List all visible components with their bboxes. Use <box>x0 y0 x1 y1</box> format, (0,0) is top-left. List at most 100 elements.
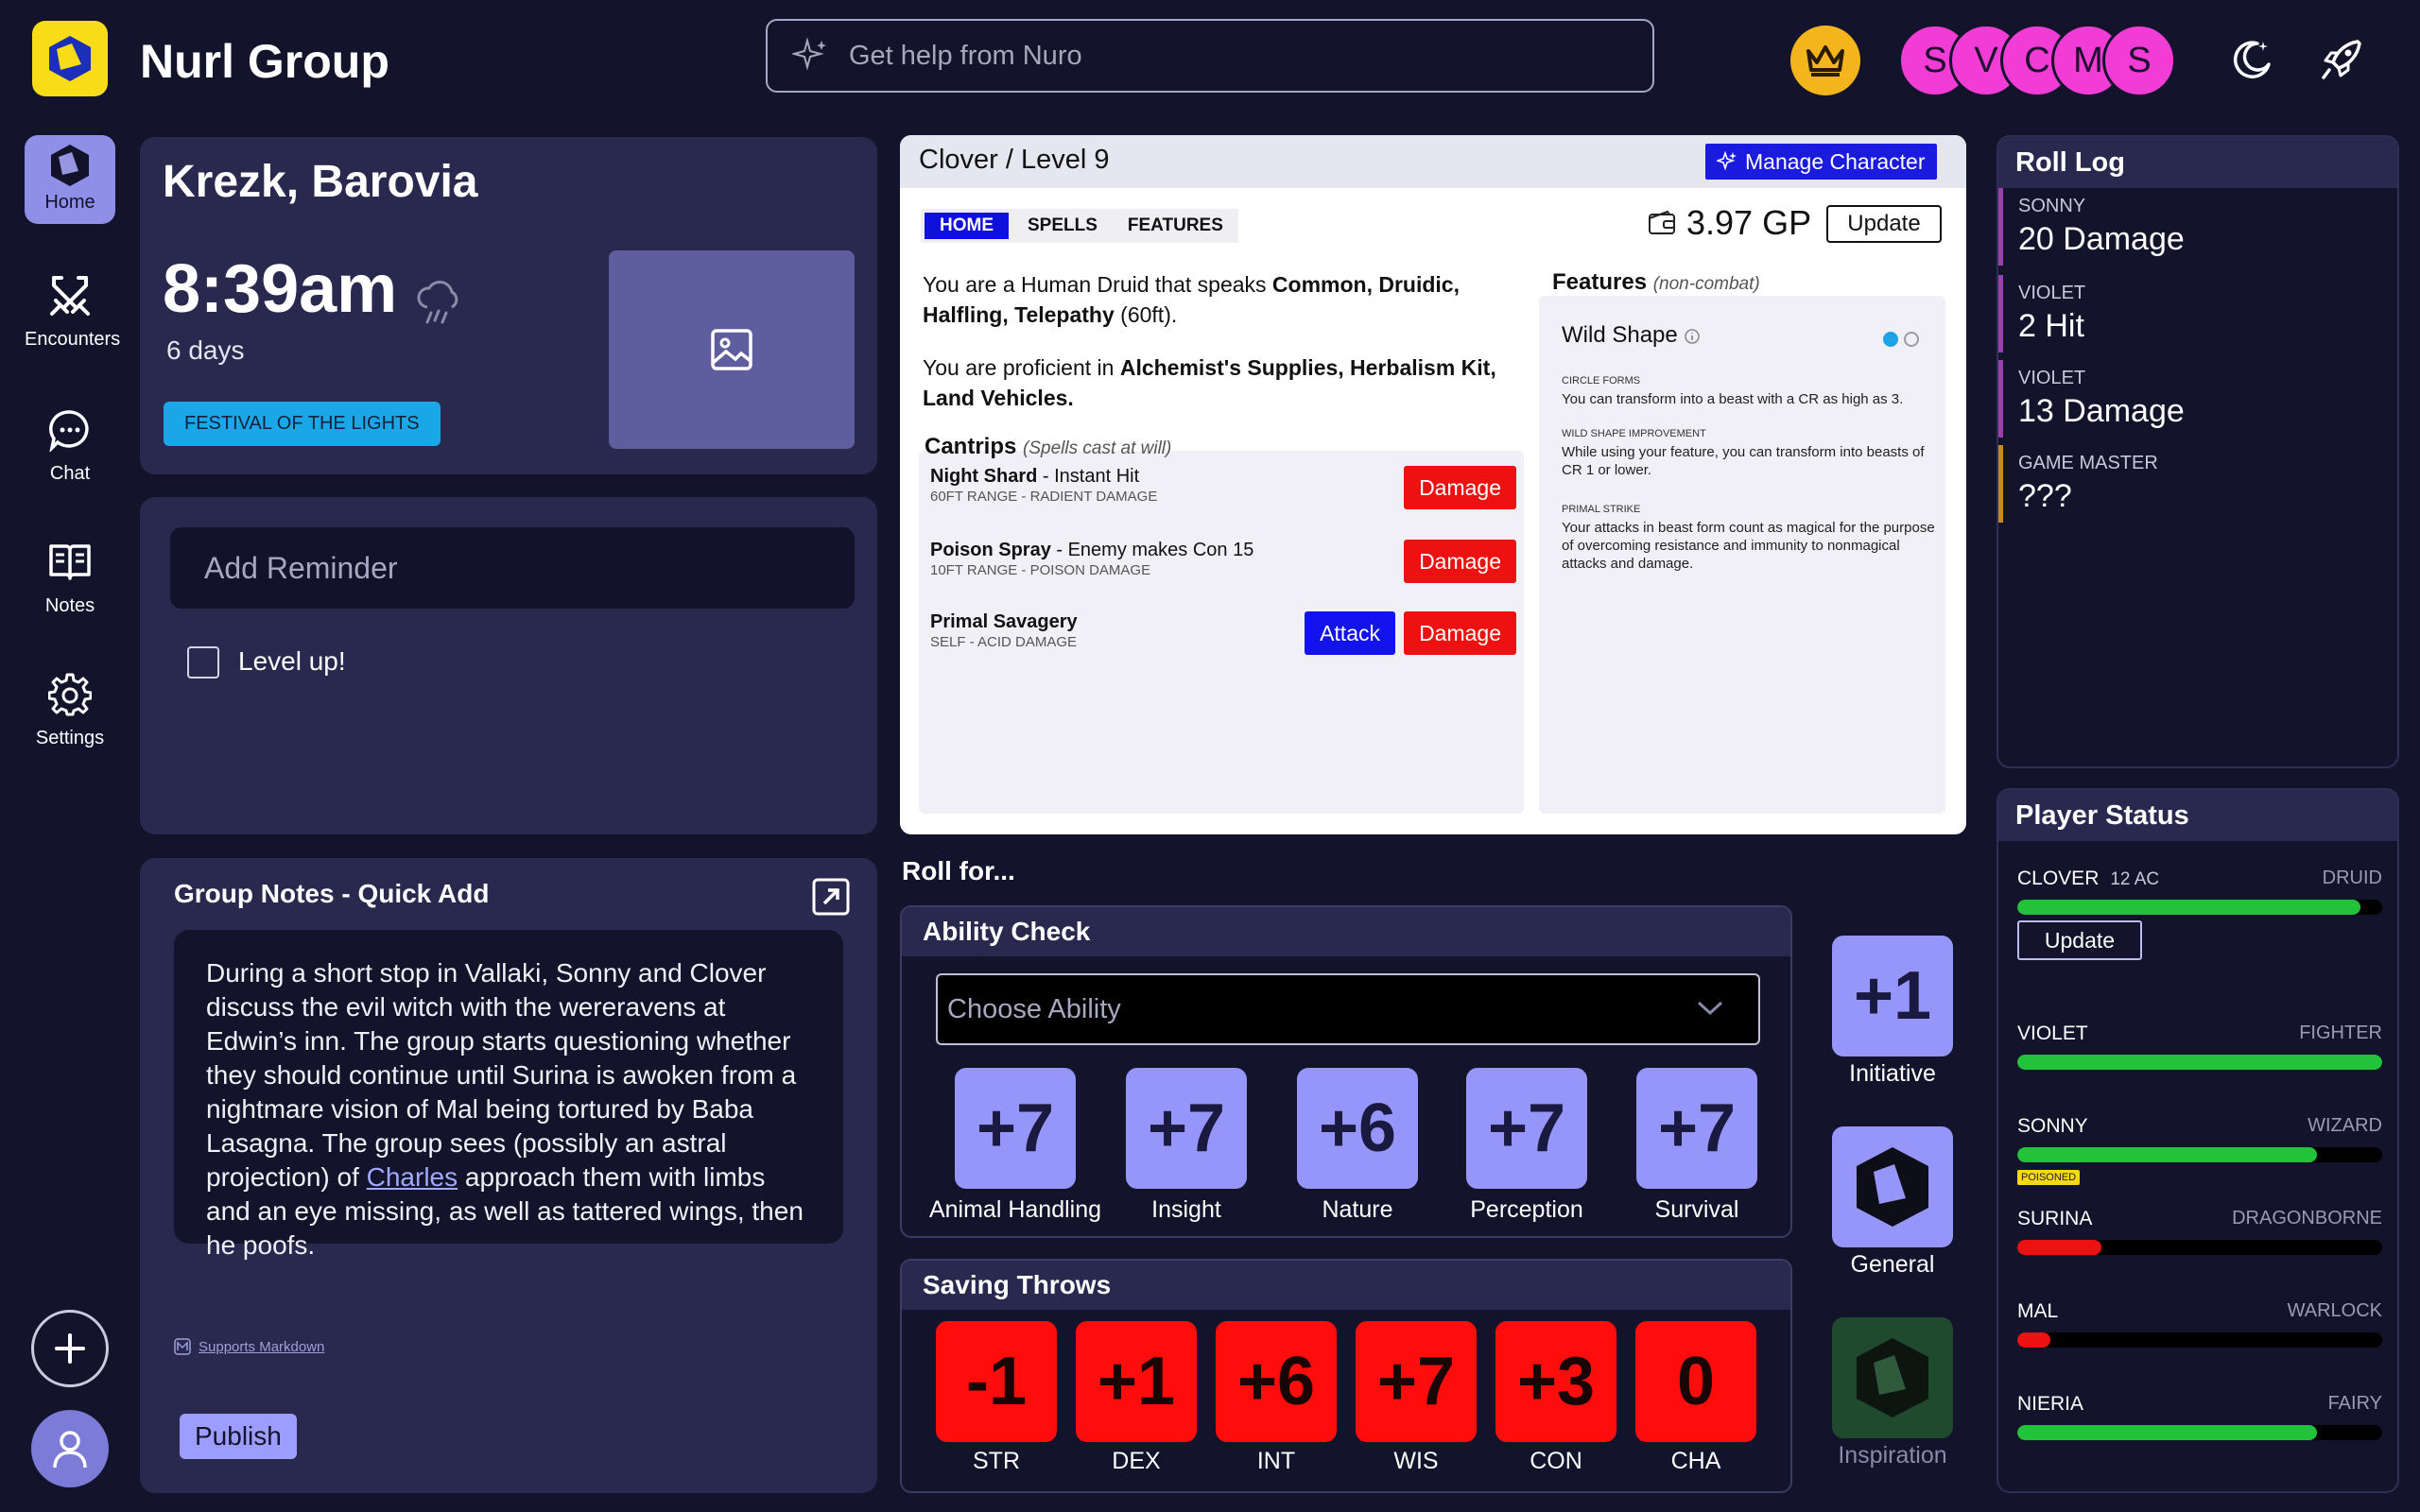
condition-badge: POISONED <box>2017 1170 2081 1185</box>
info-icon[interactable] <box>1684 328 1701 345</box>
attack-button[interactable]: Attack <box>1305 611 1395 655</box>
choose-ability-select[interactable]: Choose Ability <box>936 973 1760 1045</box>
nav-notes[interactable]: Notes <box>25 529 115 617</box>
saving-throws-panel: Saving Throws -1 STR +1 DEX +6 INT +7 WI… <box>900 1259 1792 1493</box>
location-panel: Krezk, Barovia 8:39am 6 days FESTIVAL OF… <box>140 137 877 474</box>
character-title: Clover / Level 9 <box>919 145 1110 175</box>
notes-title: Group Notes - Quick Add <box>174 879 490 908</box>
general-roll-button[interactable] <box>1832 1126 1953 1247</box>
section-text: Your attacks in beast form count as magi… <box>1562 520 1935 572</box>
hp-fill <box>2017 1055 2382 1070</box>
damage-button[interactable]: Damage <box>1404 466 1516 509</box>
nav-home[interactable]: Home <box>25 135 115 224</box>
expand-external-icon[interactable] <box>811 877 851 917</box>
moon-icon <box>2233 41 2271 78</box>
nav-settings[interactable]: Settings <box>25 662 115 749</box>
section-title: WILD SHAPE IMPROVEMENT <box>1562 428 1706 439</box>
tab-features[interactable]: FEATURES <box>1113 209 1238 243</box>
update-status-button[interactable]: Update <box>2017 920 2142 960</box>
carousel-dots <box>1883 332 1919 347</box>
initiative-label: Initiative <box>1849 1060 1936 1087</box>
spell-name: Night Shard <box>930 466 1038 487</box>
ability-label: Perception <box>1470 1196 1583 1223</box>
save-roll-button[interactable]: -1 <box>936 1321 1057 1442</box>
update-gold-button[interactable]: Update <box>1826 205 1942 243</box>
player-name: SURINA <box>2017 1208 2092 1230</box>
event-badge[interactable]: FESTIVAL OF THE LIGHTS <box>164 402 441 446</box>
save-roll-button[interactable]: +1 <box>1076 1321 1197 1442</box>
save-roll-button[interactable]: +7 <box>1356 1321 1477 1442</box>
roller-name: SONNY <box>2018 196 2086 216</box>
ability-roll-button[interactable]: +7 <box>955 1068 1076 1189</box>
tab-home[interactable]: HOME <box>925 213 1009 239</box>
nav-label: Encounters <box>25 329 121 350</box>
ability-label: Insight <box>1151 1196 1221 1223</box>
nav-encounters[interactable]: Encounters <box>25 263 121 351</box>
carousel-dot[interactable] <box>1904 332 1919 347</box>
damage-button[interactable]: Damage <box>1404 540 1516 583</box>
add-button[interactable] <box>31 1310 109 1387</box>
cantrip-name: Poison Spray - Enemy makes Con 15 <box>930 540 1253 561</box>
cantrip-row: Poison Spray - Enemy makes Con 15 10FT R… <box>930 540 1516 596</box>
avatar[interactable]: S <box>2102 24 2176 97</box>
tab-spells[interactable]: SPELLS <box>1012 209 1113 243</box>
dark-mode-button[interactable] <box>2221 28 2282 89</box>
character-tabs: HOME SPELLS FEATURES <box>921 209 1238 243</box>
location-image[interactable] <box>609 250 855 449</box>
cantrip-name: Night Shard - Instant Hit <box>930 466 1139 488</box>
nav-label: Home <box>44 192 95 213</box>
rain-cloud-icon <box>417 281 458 324</box>
character-header: Clover / Level 9 Manage Character <box>900 135 1966 188</box>
features-panel: Features (non-combat) Wild Shape CIRCLE … <box>1539 269 1945 814</box>
spell-name: Primal Savagery <box>930 611 1078 632</box>
manage-character-button[interactable]: Manage Character <box>1705 144 1937 180</box>
initiative-roll-button[interactable]: +1 <box>1832 936 1953 1057</box>
carousel-dot[interactable] <box>1883 332 1898 347</box>
player-class: FAIRY <box>2327 1393 2382 1414</box>
hp-fill <box>2017 1332 2050 1348</box>
ability-roll-button[interactable]: +6 <box>1297 1068 1418 1189</box>
reminders-panel: Add Reminder Level up! <box>140 497 877 834</box>
features-title: Features (non-combat) <box>1552 269 1760 296</box>
spell-name: Poison Spray <box>930 540 1051 560</box>
cantrip-row: Night Shard - Instant Hit 60FT RANGE - R… <box>930 466 1516 523</box>
publish-button[interactable]: Publish <box>180 1414 297 1459</box>
nuro-search-input[interactable]: Get help from Nuro <box>766 19 1654 93</box>
feature-section: PRIMAL STRIKE Your attacks in beast form … <box>1562 504 1940 573</box>
ability-roll-button[interactable]: +7 <box>1636 1068 1757 1189</box>
launch-button[interactable] <box>2312 28 2373 89</box>
inspiration-label: Inspiration <box>1838 1442 1947 1469</box>
gold-amount: 3.97 GP <box>1686 203 1812 242</box>
hp-fill <box>2017 1425 2317 1440</box>
ability-roll-button[interactable]: +7 <box>1466 1068 1587 1189</box>
notes-text: During a short stop in Vallaki, Sonny an… <box>206 958 797 1192</box>
ability-roll-button[interactable]: +7 <box>1126 1068 1247 1189</box>
supports-markdown-link[interactable]: Supports Markdown <box>174 1338 324 1355</box>
reminder-checkbox[interactable] <box>187 646 219 679</box>
save-roll-button[interactable]: +6 <box>1216 1321 1337 1442</box>
cantrip-sub: SELF - ACID DAMAGE <box>930 634 1078 650</box>
save-roll-button[interactable]: 0 <box>1635 1321 1756 1442</box>
add-reminder-input[interactable]: Add Reminder <box>170 527 855 609</box>
save-roll-button[interactable]: +3 <box>1495 1321 1616 1442</box>
roll-result: ??? <box>2018 478 2072 514</box>
damage-button[interactable]: Damage <box>1404 611 1516 655</box>
notes-link-charles[interactable]: Charles <box>367 1162 458 1192</box>
select-value: Choose Ability <box>947 993 1121 1024</box>
open-book-icon <box>49 544 91 580</box>
app-logo[interactable] <box>32 21 108 96</box>
ability-check-panel: Ability Check Choose Ability +7 Animal H… <box>900 905 1792 1238</box>
player-status-title: Player Status <box>1998 790 2397 841</box>
notes-textarea[interactable]: During a short stop in Vallaki, Sonny an… <box>174 930 843 1260</box>
game-master-crown-button[interactable] <box>1790 26 1860 95</box>
section-text: While using your feature, you can transf… <box>1562 444 1925 478</box>
player-class: DRAGONBORNE <box>2232 1208 2382 1228</box>
chevron-down-icon <box>1697 1001 1723 1016</box>
hp-fill <box>2017 1240 2101 1255</box>
crossed-swords-icon <box>50 276 90 316</box>
nav-chat[interactable]: Chat <box>25 397 115 485</box>
profile-button[interactable] <box>31 1410 109 1487</box>
inspiration-roll-button[interactable] <box>1832 1317 1953 1438</box>
roll-result: 13 Damage <box>2018 393 2185 429</box>
player-name-text: NIERIA <box>2017 1393 2084 1415</box>
